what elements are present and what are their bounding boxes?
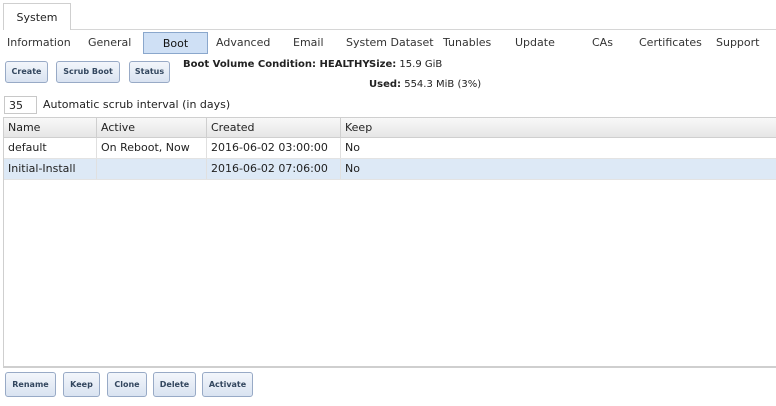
cell-active: On Reboot, Now (97, 138, 207, 158)
subtab-support[interactable]: Support (716, 32, 759, 54)
status-button[interactable]: Status (129, 61, 170, 83)
boot-size: Size: 15.9 GiB (369, 59, 442, 70)
subtab-general[interactable]: General (88, 32, 131, 54)
cell-created: 2016-06-02 07:06:00 (207, 159, 341, 179)
scrub-interval-input[interactable] (4, 96, 37, 114)
keep-button[interactable]: Keep (63, 372, 100, 397)
scrub-boot-button[interactable]: Scrub Boot (56, 61, 120, 83)
tab-system[interactable]: System (3, 3, 71, 30)
used-label: Used: (369, 79, 402, 90)
column-header-active[interactable]: Active (97, 118, 207, 138)
cell-keep: No (345, 141, 360, 154)
cell-created: 2016-06-02 03:00:00 (207, 138, 341, 158)
subtab-boot[interactable]: Boot (143, 32, 208, 54)
column-header-name[interactable]: Name (4, 118, 97, 138)
table-row[interactable]: default On Reboot, Now 2016-06-02 03:00:… (4, 138, 776, 159)
subtab-information[interactable]: Information (7, 32, 71, 54)
subtab-advanced[interactable]: Advanced (216, 32, 270, 54)
used-value: 554.3 MiB (3%) (404, 79, 482, 90)
rename-button[interactable]: Rename (5, 372, 56, 397)
cell-active (97, 159, 207, 179)
delete-button[interactable]: Delete (153, 372, 196, 397)
boot-environments-grid: Name Active Created Keep default On Rebo… (3, 117, 776, 367)
subtab-bar: Information General Boot Advanced Email … (0, 31, 776, 55)
create-button[interactable]: Create (5, 61, 48, 83)
action-bar-divider (3, 367, 776, 368)
size-label: Size: (369, 59, 397, 70)
boot-volume-condition: Boot Volume Condition: HEALTHY (183, 59, 370, 70)
cell-name: Initial-Install (4, 159, 97, 179)
column-header-created[interactable]: Created (207, 118, 341, 138)
cell-name: default (4, 138, 97, 158)
boot-used: Used: 554.3 MiB (3%) (369, 79, 481, 90)
table-row[interactable]: Initial-Install 2016-06-02 07:06:00 No (4, 159, 776, 180)
subtab-certificates[interactable]: Certificates (639, 32, 702, 54)
subtab-update[interactable]: Update (515, 32, 555, 54)
clone-button[interactable]: Clone (107, 372, 147, 397)
activate-button[interactable]: Activate (202, 372, 253, 397)
tab-divider (71, 29, 776, 30)
scrub-interval-label: Automatic scrub interval (in days) (43, 98, 231, 111)
subtab-email[interactable]: Email (293, 32, 324, 54)
subtab-tunables[interactable]: Tunables (443, 32, 491, 54)
grid-header: Name Active Created Keep (4, 117, 776, 138)
cell-keep: No (345, 162, 360, 175)
subtab-cas[interactable]: CAs (592, 32, 613, 54)
column-header-keep[interactable]: Keep (341, 118, 776, 138)
subtab-system-dataset[interactable]: System Dataset (346, 32, 434, 54)
size-value: 15.9 GiB (399, 59, 443, 70)
